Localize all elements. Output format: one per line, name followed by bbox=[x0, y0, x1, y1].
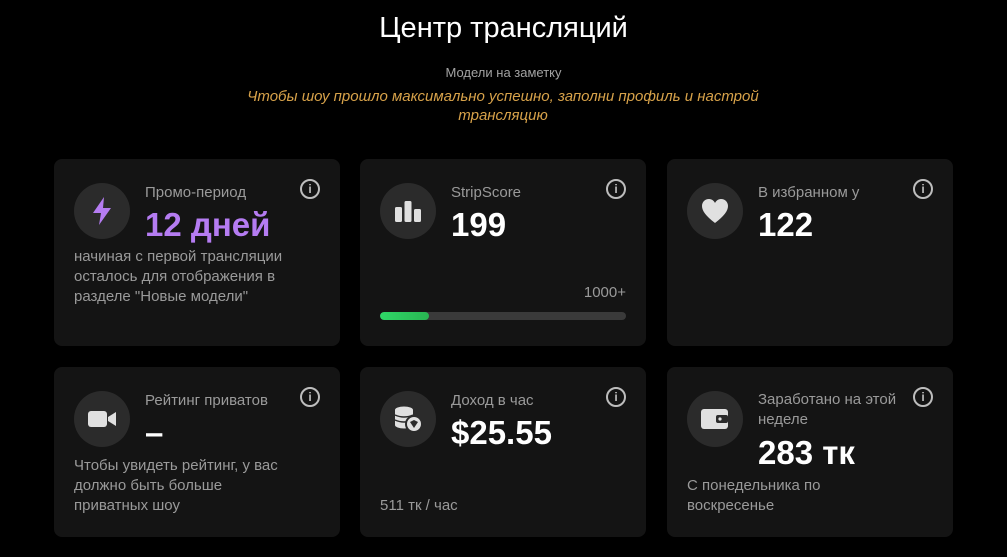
info-icon[interactable]: i bbox=[300, 179, 320, 199]
favorites-label: В избранном у bbox=[758, 184, 860, 201]
info-icon[interactable]: i bbox=[913, 179, 933, 199]
coins-icon bbox=[380, 391, 436, 447]
bar-chart-icon bbox=[380, 183, 436, 239]
private-rating-label: Рейтинг приватов bbox=[145, 392, 268, 409]
heart-icon bbox=[687, 183, 743, 239]
promo-period-label: Промо-период bbox=[145, 184, 247, 201]
promo-period-card: Промо-период 12 дней начиная с первой тр… bbox=[54, 159, 340, 346]
info-icon[interactable]: i bbox=[300, 387, 320, 407]
weekly-earned-description: С понедельника по воскресенье bbox=[687, 477, 821, 514]
stripscore-card: StripScore 199 1000+ i bbox=[360, 159, 646, 346]
stripscore-max-label: 1000+ bbox=[583, 284, 626, 301]
info-icon[interactable]: i bbox=[606, 179, 626, 199]
wallet-icon bbox=[687, 391, 743, 447]
promo-period-value: 12 дней bbox=[145, 206, 271, 243]
notes-message: Чтобы шоу прошло максимально успешно, за… bbox=[247, 88, 759, 124]
hourly-income-card: Доход в час $25.55 511 тк / час i bbox=[360, 367, 646, 537]
private-rating-description: Чтобы увидеть рейтинг, у вас должно быть… bbox=[74, 457, 278, 514]
info-icon[interactable]: i bbox=[606, 387, 626, 407]
lightning-icon bbox=[74, 183, 130, 239]
stripscore-progress-fill bbox=[380, 312, 429, 320]
stripscore-value: 199 bbox=[451, 206, 507, 243]
private-rating-card: Рейтинг приватов – Чтобы увидеть рейтинг… bbox=[54, 367, 340, 537]
video-camera-icon bbox=[74, 391, 130, 447]
favorites-value: 122 bbox=[758, 206, 814, 243]
favorites-card: В избранном у 122 i bbox=[667, 159, 953, 346]
stripscore-progress-bar bbox=[380, 312, 626, 320]
hourly-income-label: Доход в час bbox=[451, 392, 534, 409]
hourly-income-rate: 511 тк / час bbox=[380, 497, 458, 514]
info-icon[interactable]: i bbox=[913, 387, 933, 407]
hourly-income-value: $25.55 bbox=[451, 414, 552, 451]
page-title: Центр трансляций bbox=[379, 12, 628, 44]
private-rating-value: – bbox=[145, 414, 164, 451]
weekly-earned-value: 283 тк bbox=[758, 434, 855, 471]
notes-label: Модели на заметку bbox=[445, 65, 562, 80]
stripscore-label: StripScore bbox=[451, 184, 522, 201]
promo-period-description: начиная с первой трансляции осталось для… bbox=[74, 248, 283, 305]
weekly-earned-card: Заработано на этой неделе 283 тк С понед… bbox=[667, 367, 953, 537]
weekly-earned-label: Заработано на этой неделе bbox=[758, 391, 897, 428]
